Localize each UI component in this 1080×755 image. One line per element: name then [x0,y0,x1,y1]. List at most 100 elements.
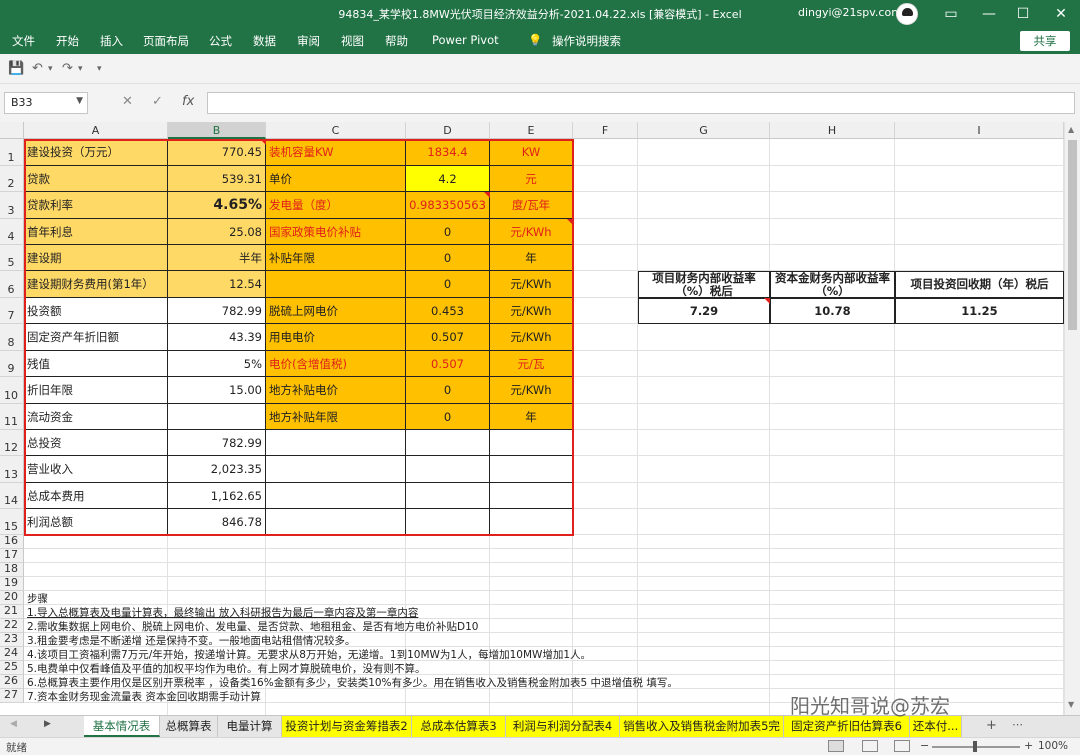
customize-qat-icon[interactable]: ▾ [97,64,102,74]
row-header-25[interactable]: 25 [0,660,24,675]
row-header-13[interactable]: 13 [0,456,24,483]
cell-a8[interactable]: 固定资产年折旧额 [24,324,168,351]
cell-c15[interactable] [266,509,406,535]
row-header-7[interactable]: 7 [0,298,24,324]
cell-e10[interactable]: 元/KWh [490,377,573,404]
column-header-d[interactable]: D [406,122,490,139]
cell-a10[interactable]: 折旧年限 [24,377,168,404]
note-row-24[interactable]: 4.该项目工资福利需7万元/年开始，按递增计算。无要求从8万开始，无递增。1到1… [24,647,1064,661]
cell-a12[interactable]: 总投资 [24,430,168,456]
scroll-down-icon[interactable]: ▼ [1068,700,1074,709]
select-all-corner[interactable] [0,122,24,139]
summary-value-1[interactable]: 7.29 [638,298,770,324]
cell-a5[interactable]: 建设期 [24,245,168,271]
cell-b1[interactable]: 770.45 [168,139,266,166]
cell-d13[interactable] [406,456,490,483]
tab-depreciation[interactable]: 固定资产折旧估算表6 [784,716,910,737]
row-header-15[interactable]: 15 [0,509,24,535]
menu-view[interactable]: 视图 [341,33,364,49]
tab-budget[interactable]: 总概算表 [160,716,218,737]
tell-me-search[interactable]: 操作说明搜索 [552,33,621,49]
cell-d4[interactable]: 0 [406,219,490,245]
cell-e4[interactable]: 元/KWh [490,219,573,245]
note-row-26[interactable]: 6.总概算表主要作用仅是区别开票税率 ，设备类16%金额有多少，安装类10%有多… [24,675,1064,689]
zoom-slider-knob[interactable] [973,741,977,752]
save-icon[interactable]: 💾 [8,61,24,76]
row-header-19[interactable]: 19 [0,576,24,591]
row-header-23[interactable]: 23 [0,632,24,647]
cell-b7[interactable]: 782.99 [168,298,266,324]
chevron-down-icon[interactable]: ▼ [76,96,83,106]
menu-review[interactable]: 审阅 [297,33,320,49]
undo-dropdown-icon[interactable]: ▾ [48,64,53,74]
zoom-level[interactable]: 100% [1038,740,1068,752]
cell-d6[interactable]: 0 [406,271,490,298]
menu-help[interactable]: 帮助 [385,33,408,49]
zoom-in-icon[interactable]: + [1024,739,1033,752]
note-row-20[interactable]: 步骤 [24,591,1064,605]
close-button[interactable]: ✕ [1042,0,1080,28]
share-button[interactable]: 共享 [1020,31,1070,51]
avatar[interactable] [896,3,918,25]
cell-b15[interactable]: 846.78 [168,509,266,535]
cell-c3[interactable]: 发电量（度） [266,192,406,219]
worksheet-grid[interactable]: A B C D E F G H I 1 2 3 4 5 6 7 8 9 10 11 12 13 14 15 16 17 18 19 20… [0,122,1064,715]
cell-a9[interactable]: 残值 [24,351,168,377]
insert-function-icon[interactable]: fx [182,94,194,109]
cell-d12[interactable] [406,430,490,456]
row-header-5[interactable]: 5 [0,245,24,271]
menu-power-pivot[interactable]: Power Pivot [432,33,499,47]
menu-page-layout[interactable]: 页面布局 [143,33,189,49]
cell-e13[interactable] [490,456,573,483]
row-header-1[interactable]: 1 [0,139,24,166]
cell-c4[interactable]: 国家政策电价补贴 [266,219,406,245]
cell-e15[interactable] [490,509,573,535]
summary-header-1[interactable]: 项目财务内部收益率（%）税后 [638,271,770,298]
cell-e3[interactable]: 度/瓦年 [490,192,573,219]
row-header-3[interactable]: 3 [0,192,24,219]
cell-e1[interactable]: KW [490,139,573,166]
cell-e2[interactable]: 元 [490,166,573,192]
column-header-h[interactable]: H [770,122,895,139]
more-options-icon[interactable]: ⋯ [1012,718,1023,731]
summary-header-3[interactable]: 项目投资回收期（年）税后 [895,271,1064,298]
summary-value-2[interactable]: 10.78 [770,298,895,324]
cell-d15[interactable] [406,509,490,535]
cell-e12[interactable] [490,430,573,456]
cell-a13[interactable]: 营业收入 [24,456,168,483]
summary-value-3[interactable]: 11.25 [895,298,1064,324]
row-header-10[interactable]: 10 [0,377,24,404]
row-header-9[interactable]: 9 [0,351,24,377]
cell-c11[interactable]: 地方补贴年限 [266,404,406,430]
cell-d11[interactable]: 0 [406,404,490,430]
cell-d5[interactable]: 0 [406,245,490,271]
cell-a7[interactable]: 投资额 [24,298,168,324]
row-header-11[interactable]: 11 [0,404,24,430]
undo-icon[interactable]: ↶ [32,61,43,76]
summary-header-2[interactable]: 资本金财务内部收益率（%） [770,271,895,298]
redo-icon[interactable]: ↷ [62,61,73,76]
note-row-23[interactable]: 3.租金要考虑是不断递增 还是保持不变。一般地面电站租借情况较多。 [24,633,1064,647]
column-header-g[interactable]: G [638,122,770,139]
tab-repayment[interactable]: 还本付... [910,716,962,737]
cell-a15[interactable]: 利润总额 [24,509,168,535]
row-header-16[interactable]: 16 [0,534,24,549]
cell-a1[interactable]: 建设投资（万元） [24,139,168,166]
cell-c10[interactable]: 地方补贴电价 [266,377,406,404]
row-header-17[interactable]: 17 [0,548,24,563]
menu-home[interactable]: 开始 [56,33,79,49]
cell-b14[interactable]: 1,162.65 [168,483,266,509]
name-box[interactable]: B33 ▼ [4,92,88,114]
cell-c13[interactable] [266,456,406,483]
cell-b4[interactable]: 25.08 [168,219,266,245]
note-row-25[interactable]: 5.电费单中仅看峰值及平值的加权平均作为电价。有上网才算脱硫电价，没有则不算。 [24,661,1064,675]
row-header-6[interactable]: 6 [0,271,24,298]
cell-b12[interactable]: 782.99 [168,430,266,456]
column-header-f[interactable]: F [573,122,638,139]
tab-profit[interactable]: 利润与利润分配表4 [506,716,620,737]
cell-b6[interactable]: 12.54 [168,271,266,298]
zoom-out-icon[interactable]: − [920,739,929,752]
row-header-24[interactable]: 24 [0,646,24,661]
cell-e9[interactable]: 元/瓦 [490,351,573,377]
column-header-b[interactable]: B [168,122,266,139]
